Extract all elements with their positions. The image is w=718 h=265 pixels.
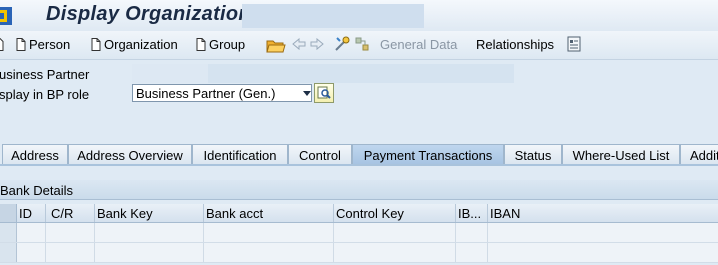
tab-label: Control [299,148,341,163]
column-separator [487,243,488,262]
tab-identification[interactable]: Identification [192,144,288,164]
column-separator [203,243,204,262]
column-header-iban-flag[interactable]: IB... [458,206,481,221]
bp-role-dropdown[interactable]: Business Partner (Gen.) [132,84,312,102]
organization-label: Organization [104,37,178,52]
group-label: Group [209,37,246,52]
tab-label: Status [514,148,552,163]
display-in-bp-role-label: splay in BP role [0,87,90,102]
column-separator [455,243,456,262]
row-selector[interactable] [0,243,17,262]
column-header-bank-key[interactable]: Bank Key [97,206,153,221]
person-label: Person [29,37,71,52]
magnifier-icon [317,86,331,99]
organization-button[interactable]: Organization [91,37,178,52]
column-separator [94,223,95,242]
tab-strip: Address Address Overview Identification … [0,144,718,165]
tab-label: Addit [690,148,718,163]
column-separator [487,223,488,242]
tab-label: Payment Transactions [363,148,493,163]
column-separator [45,243,46,262]
new-document-icon [16,38,26,51]
tab-control[interactable]: Control [288,144,352,164]
tab-payment-transactions[interactable]: Payment Transactions [352,144,504,164]
bank-details-title: Bank Details [0,183,73,198]
business-partner-label: usiness Partner [0,67,90,82]
tab-address[interactable]: Address [2,144,68,164]
column-separator [203,223,204,242]
column-separator [203,204,204,222]
table-header: ID C/R Bank Key Bank acct Control Key IB… [0,204,718,223]
tab-where-used-list[interactable]: Where-Used List [562,144,680,164]
tab-label: Address Overview [77,148,183,163]
column-separator [333,204,334,222]
new-document-icon [196,38,206,51]
role-details-button[interactable] [314,83,334,103]
column-separator [333,223,334,242]
business-partner-number [132,64,208,83]
print-details-icon[interactable] [567,36,581,52]
column-separator [487,204,488,222]
select-all-cell[interactable] [0,204,17,222]
column-separator [333,243,334,262]
document-icon [0,38,4,51]
person-button[interactable]: Person [16,37,70,52]
tab-underline [0,164,718,166]
bank-details-table: ID C/R Bank Key Bank acct Control Key IB… [0,204,718,265]
tab-label: Address [11,148,59,163]
title-partner-field [242,4,424,28]
page-title: Display Organization : [46,3,264,25]
tab-additional[interactable]: Addit [680,144,718,164]
general-data-button[interactable]: General Data [380,37,457,52]
tab-label: Where-Used List [572,148,670,163]
relationships-button[interactable]: Relationships [476,37,554,52]
column-separator [45,204,46,222]
table-row[interactable] [0,243,718,263]
previous-arrow-icon[interactable] [292,37,306,51]
column-header-bank-acct[interactable]: Bank acct [206,206,263,221]
column-separator [94,204,95,222]
other-object-icon[interactable] [354,36,370,52]
title-bar: Display Organization : [0,0,718,31]
column-separator [45,223,46,242]
tab-label: Identification [203,148,277,163]
column-header-control-key[interactable]: Control Key [336,206,404,221]
column-header-iban[interactable]: IBAN [490,206,520,221]
table-row[interactable] [0,223,718,243]
tab-address-overview[interactable]: Address Overview [68,144,192,164]
tab-status[interactable]: Status [504,144,562,164]
application-toolbar: Person Organization Group General Data R… [0,31,718,60]
switch-display-change-icon[interactable] [334,35,352,53]
column-separator [455,204,456,222]
bp-role-value: Business Partner (Gen.) [136,86,276,101]
open-folder-icon[interactable] [266,36,286,54]
group-button[interactable]: Group [196,37,245,52]
chevron-down-icon [303,91,311,96]
column-header-id[interactable]: ID [19,206,32,221]
next-arrow-icon[interactable] [310,37,324,51]
bank-details-header: Bank Details [0,180,718,200]
row-selector[interactable] [0,223,17,242]
new-document-icon [91,38,101,51]
sap-app-icon [0,7,12,25]
column-separator [455,223,456,242]
column-header-cr[interactable]: C/R [51,206,73,221]
column-separator [94,243,95,262]
